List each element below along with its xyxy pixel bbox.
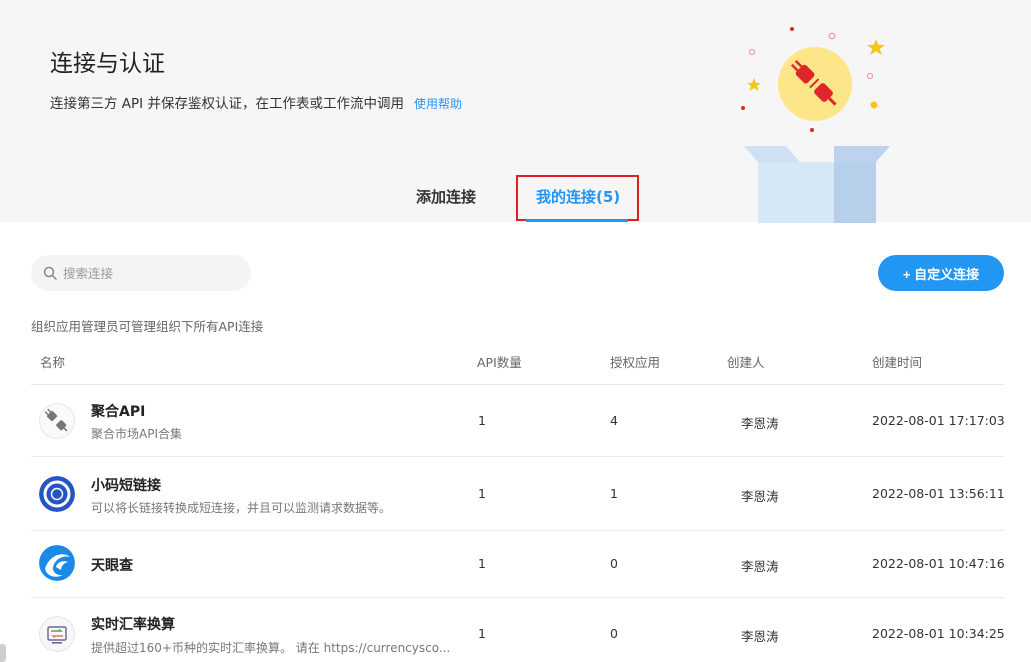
search-box[interactable]	[31, 255, 251, 291]
column-header-api-count: API数量	[477, 355, 522, 370]
row-name[interactable]: 实时汇率换算	[91, 614, 175, 634]
ring-logo-icon	[39, 476, 75, 512]
row-auth-apps: 0	[610, 556, 618, 571]
row-created-time: 2022-08-01 13:56:11	[872, 486, 1005, 501]
admin-note: 组织应用管理员可管理组织下所有API连接	[31, 319, 264, 334]
row-api-count: 1	[478, 556, 486, 571]
add-custom-connection-button[interactable]: + 自定义连接	[878, 255, 1004, 291]
help-link[interactable]: 使用帮助	[414, 97, 462, 111]
row-auth-apps: 4	[610, 413, 618, 428]
scrollbar-thumb[interactable]	[0, 644, 6, 662]
row-desc: 聚合市场API合集	[91, 427, 182, 441]
row-created-time: 2022-08-01 10:47:16	[872, 556, 1005, 571]
row-creator: 李恩涛	[741, 629, 779, 644]
tab-add-connection[interactable]: 添加连接	[416, 186, 476, 207]
table-header: 名称 API数量 授权应用 创建人 创建时间	[31, 340, 1004, 385]
page: 连接与认证 连接第三方 API 并保存鉴权认证，在工作表或工作流中调用使用帮助	[0, 0, 1031, 662]
column-header-created-time: 创建时间	[872, 355, 923, 370]
column-header-auth-apps: 授权应用	[610, 355, 661, 370]
row-desc: 提供超过160+币种的实时汇率换算。 请在 https://currencysc…	[91, 641, 451, 655]
page-subtitle: 连接第三方 API 并保存鉴权认证，在工作表或工作流中调用 使用帮助	[50, 92, 462, 112]
row-name[interactable]: 聚合API	[91, 401, 145, 421]
row-created-time: 2022-08-01 10:34:25	[872, 626, 1005, 641]
column-header-name: 名称	[40, 355, 66, 370]
search-icon	[43, 266, 57, 280]
table-row[interactable]: 实时汇率换算 提供超过160+币种的实时汇率换算。 请在 https://cur…	[31, 598, 1005, 662]
row-creator: 李恩涛	[741, 489, 779, 504]
column-header-creator: 创建人	[727, 355, 765, 370]
row-api-count: 1	[478, 413, 486, 428]
row-auth-apps: 0	[610, 626, 618, 641]
row-name[interactable]: 天眼查	[91, 555, 133, 575]
tab-highlight-box	[516, 175, 639, 221]
wave-logo-icon	[39, 545, 75, 581]
table-row[interactable]: 天眼查 1 0 李恩涛 2022-08-01 10:47:16	[31, 531, 1005, 598]
table-row[interactable]: 小码短链接 可以将长链接转换成短连接，并且可以监测请求数据等。 1 1 李恩涛 …	[31, 457, 1005, 531]
row-desc: 可以将长链接转换成短连接，并且可以监测请求数据等。	[91, 501, 392, 515]
currency-exchange-icon	[39, 616, 75, 652]
search-input[interactable]	[63, 265, 233, 281]
row-creator: 李恩涛	[741, 559, 779, 574]
active-tab-indicator	[526, 219, 628, 222]
row-api-count: 1	[478, 626, 486, 641]
plug-box-illustration	[741, 27, 890, 223]
row-created-time: 2022-08-01 17:17:03	[872, 413, 1005, 428]
table-row[interactable]: 聚合API 聚合市场API合集 1 4 李恩涛 2022-08-01 17:17…	[31, 385, 1005, 457]
page-title: 连接与认证	[50, 51, 165, 77]
row-api-count: 1	[478, 486, 486, 501]
row-auth-apps: 1	[610, 486, 618, 501]
subtitle-text: 连接第三方 API 并保存鉴权认证，在工作表或工作流中调用	[50, 96, 404, 112]
row-creator: 李恩涛	[741, 416, 779, 431]
plug-icon	[39, 403, 75, 439]
row-name[interactable]: 小码短链接	[91, 475, 161, 495]
